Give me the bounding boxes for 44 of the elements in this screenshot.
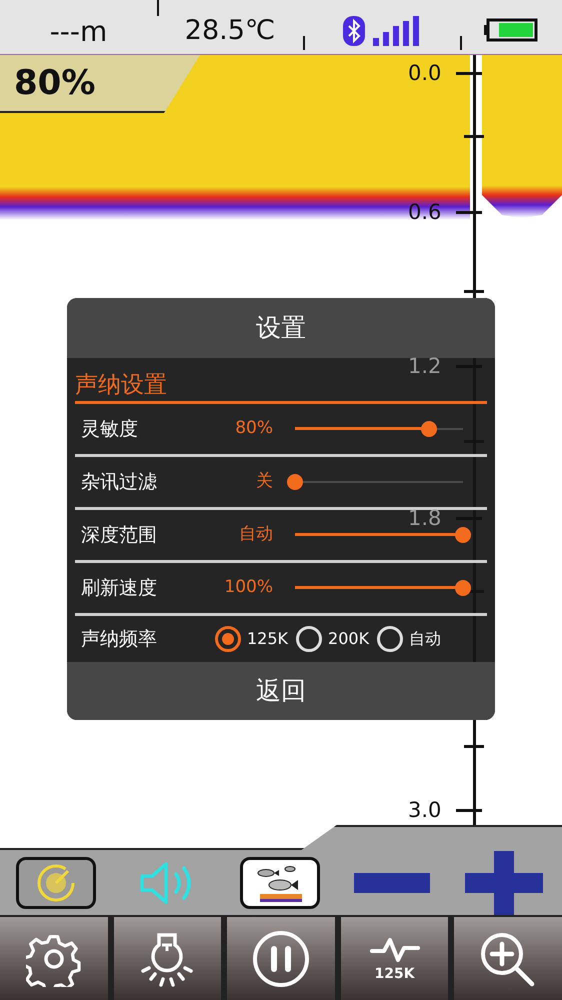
depth-scale-label: 0.6 [408, 200, 442, 224]
depth-scale-label: 1.2 [408, 354, 442, 378]
depth-reading: ---m [50, 18, 108, 46]
dialog-title: 设置 [256, 312, 306, 344]
setting-label: 灵敏度 [80, 416, 139, 442]
depth-scale-label: 3.0 [408, 798, 442, 822]
setting-value: 80% [234, 417, 273, 440]
slider-thumb[interactable] [455, 580, 471, 596]
bluetooth-icon [342, 16, 364, 46]
setting-value: 100% [223, 576, 273, 600]
light-button[interactable] [114, 917, 222, 1000]
setting-label: 深度范围 [80, 522, 158, 548]
back-button[interactable]: 返回 [67, 662, 495, 720]
pulse-icon [370, 936, 420, 962]
signal-icon [372, 16, 420, 46]
pause-icon [250, 928, 311, 988]
sensitivity-badge: 80% [0, 55, 200, 113]
setting-value: 关 [255, 470, 273, 494]
radio-label: 200K [328, 628, 370, 650]
radio-label: 125K [247, 628, 288, 650]
radio-button[interactable] [215, 626, 241, 652]
plus-mode-button[interactable] [464, 850, 544, 914]
frequency-label: 125K [374, 966, 415, 980]
setting-label: 声纳频率 [80, 626, 158, 652]
radio-label: 自动 [409, 628, 442, 650]
slider-thumb[interactable] [421, 421, 438, 437]
battery-icon [483, 18, 539, 42]
minus-icon [354, 872, 430, 892]
setting-label: 杂讯过滤 [80, 470, 158, 495]
zoom-button[interactable] [454, 917, 562, 1000]
frequency-button[interactable]: 125K [340, 917, 448, 1000]
gauge-mode-button[interactable] [16, 856, 96, 908]
pause-button[interactable] [227, 917, 335, 1000]
depth-scale-label: 1.8 [408, 506, 442, 530]
setting-label: 刷新速度 [80, 576, 158, 601]
plus-icon [465, 850, 543, 914]
temperature-reading: 28.5℃ [184, 17, 276, 44]
depth-scale-label: 0.0 [408, 61, 442, 85]
section-heading: 声纳设置 [75, 374, 167, 397]
slider-thumb[interactable] [287, 474, 303, 490]
setting-value: 自动 [238, 523, 273, 546]
fish-mode-button[interactable] [240, 856, 320, 908]
slider-thumb[interactable] [455, 527, 471, 543]
settings-button[interactable] [0, 917, 108, 1000]
